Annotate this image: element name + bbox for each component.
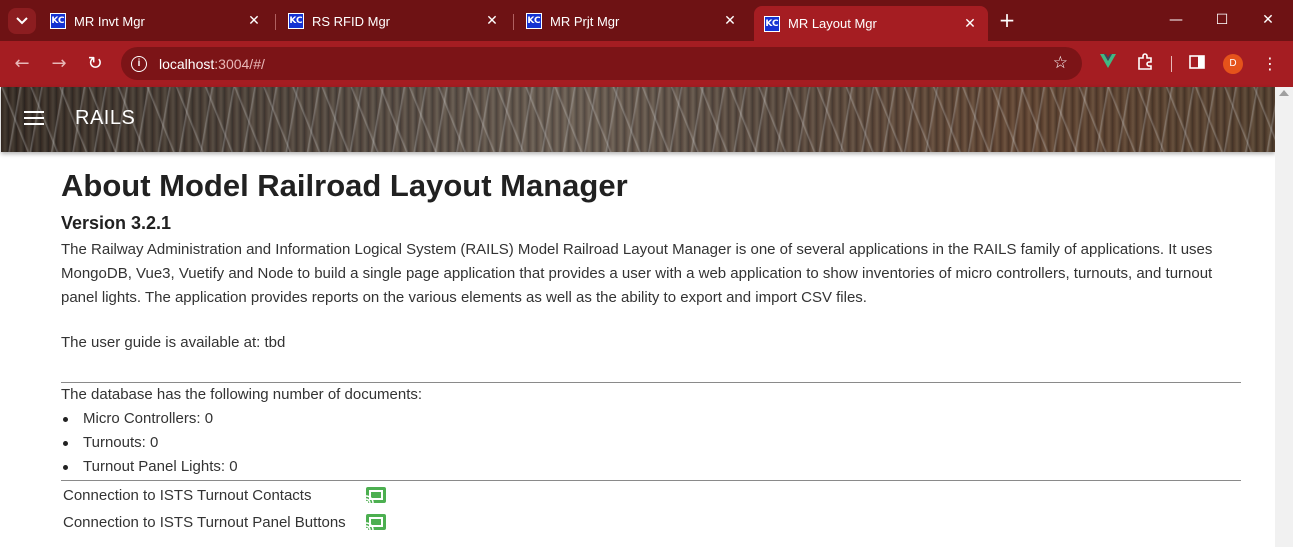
browser-menu-kebab-icon[interactable]: ⋮ <box>1259 53 1281 75</box>
browser-toolbar: ← → ↻ i localhost:3004/#/ ☆ D ⋮ <box>0 41 1293 87</box>
app-favicon-icon: KC <box>764 15 780 32</box>
maximize-icon[interactable]: ☐ <box>1207 8 1237 32</box>
side-panel-icon[interactable] <box>1186 53 1208 75</box>
tab-separator <box>513 14 514 30</box>
profile-avatar[interactable]: D <box>1223 54 1243 74</box>
extensions-puzzle-icon[interactable] <box>1134 53 1156 75</box>
browser-tab-layout[interactable]: KC MR Layout Mgr ✕ <box>754 6 988 41</box>
new-tab-plus-icon[interactable]: + <box>996 10 1018 32</box>
app-favicon-icon: KC <box>526 13 542 29</box>
tab-title: MR Prjt Mgr <box>550 13 620 29</box>
list-item-micro-controllers: Micro Controllers: 0 <box>61 410 238 434</box>
scroll-up-arrow-icon[interactable] <box>1279 90 1289 96</box>
app-description: The Railway Administration and Informati… <box>61 241 1213 306</box>
back-arrow-icon[interactable]: ← <box>10 52 34 76</box>
app-favicon-icon: KC <box>288 13 304 29</box>
window-close-icon[interactable]: ✕ <box>1253 8 1283 32</box>
tab-title: MR Invt Mgr <box>74 13 145 29</box>
app-favicon-icon: KC <box>50 13 66 29</box>
cast-connected-icon[interactable] <box>365 486 387 504</box>
url-path: :3004/#/ <box>214 55 265 72</box>
user-guide-text: The user guide is available at: tbd <box>61 334 286 351</box>
connection-row-turnout-contacts: Connection to ISTS Turnout Contacts <box>63 487 386 511</box>
url-text[interactable]: localhost:3004/#/ <box>159 56 265 72</box>
reload-icon[interactable]: ↻ <box>83 52 107 76</box>
page-title: About Model Railroad Layout Manager <box>61 168 628 203</box>
list-item-turnouts: Turnouts: 0 <box>61 434 238 458</box>
list-item-turnout-panel-lights: Turnout Panel Lights: 0 <box>61 458 238 482</box>
tab-title: MR Layout Mgr <box>788 16 877 31</box>
close-tab-icon[interactable]: ✕ <box>962 16 978 32</box>
cast-connected-icon[interactable] <box>365 513 387 531</box>
browser-tab-strip: KC MR Invt Mgr ✕ KC RS RFID Mgr ✕ KC MR … <box>0 0 1293 41</box>
app-bar: RAILS <box>1 87 1275 152</box>
browser-tab-rfid[interactable]: KC RS RFID Mgr ✕ <box>278 6 510 36</box>
app-brand-title: RAILS <box>75 107 136 129</box>
divider <box>61 382 1241 383</box>
connection-row-turnout-panel-buttons: Connection to ISTS Turnout Panel Buttons <box>63 514 386 538</box>
database-heading: The database has the following number of… <box>61 386 423 403</box>
close-tab-icon[interactable]: ✕ <box>246 13 262 29</box>
tab-search-button[interactable] <box>8 8 36 34</box>
hamburger-menu-icon[interactable] <box>24 111 44 127</box>
address-bar[interactable]: i localhost:3004/#/ ☆ <box>121 47 1082 80</box>
tab-title: RS RFID Mgr <box>312 13 390 29</box>
url-host: localhost <box>159 55 215 72</box>
browser-tab-invt[interactable]: KC MR Invt Mgr ✕ <box>40 6 272 36</box>
close-tab-icon[interactable]: ✕ <box>484 13 500 29</box>
forward-arrow-icon[interactable]: → <box>47 52 71 76</box>
browser-tab-prjt[interactable]: KC MR Prjt Mgr ✕ <box>516 6 748 36</box>
page-scrollbar[interactable] <box>1275 87 1293 547</box>
chevron-down-icon <box>16 17 28 25</box>
bookmark-star-icon[interactable]: ☆ <box>1053 53 1068 73</box>
toolbar-divider <box>1171 56 1172 72</box>
connection-label: Connection to ISTS Turnout Contacts <box>63 487 312 504</box>
site-info-icon[interactable]: i <box>131 55 147 72</box>
close-tab-icon[interactable]: ✕ <box>722 13 738 29</box>
tab-separator <box>275 14 276 30</box>
minimize-icon[interactable]: — <box>1161 8 1191 32</box>
divider <box>61 480 1241 481</box>
vue-devtools-icon[interactable] <box>1097 53 1119 75</box>
document-count-list: Micro Controllers: 0 Turnouts: 0 Turnout… <box>61 410 238 482</box>
version-label: Version 3.2.1 <box>61 213 172 233</box>
connection-label: Connection to ISTS Turnout Panel Buttons <box>63 514 346 531</box>
